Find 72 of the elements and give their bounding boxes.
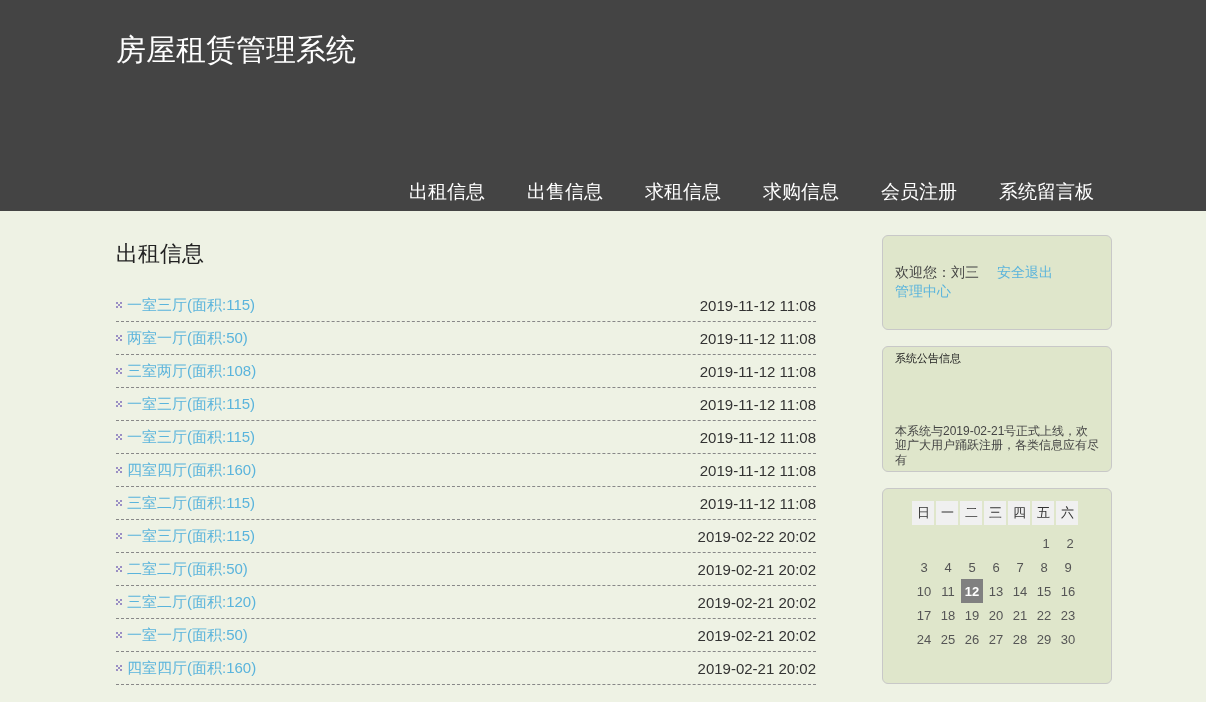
bullet-icon (116, 631, 124, 640)
listing-time: 2019-11-12 11:08 (699, 363, 816, 380)
bullet-icon (116, 433, 124, 442)
weekday-header: 二 (960, 501, 982, 526)
bullet-icon (116, 466, 124, 475)
welcome-text: 欢迎您：刘三 (895, 264, 979, 282)
calendar-day[interactable]: 24 (913, 627, 935, 652)
bullet-icon (116, 598, 124, 607)
nav-link[interactable]: 出租信息 (409, 179, 485, 211)
nav-link[interactable]: 求租信息 (645, 179, 721, 211)
bullet-icon (116, 499, 124, 508)
bullet-icon (116, 664, 124, 673)
calendar-day[interactable]: 21 (1009, 603, 1031, 628)
calendar-day[interactable]: 2 (1059, 531, 1081, 556)
weekday-header: 三 (984, 501, 1006, 526)
calendar-day[interactable]: 25 (937, 627, 959, 652)
listing-time: 2019-02-21 20:02 (697, 627, 816, 644)
site-title: 房屋租赁管理系统 (116, 32, 356, 68)
calendar-day[interactable]: 23 (1057, 603, 1079, 628)
bullet-icon (116, 334, 124, 343)
weekday-header: 四 (1008, 501, 1030, 526)
calendar-day[interactable]: 8 (1033, 555, 1055, 580)
listing-time: 2019-11-12 11:08 (699, 297, 816, 314)
calendar-day[interactable]: 10 (913, 579, 935, 604)
calendar-day[interactable]: 28 (1009, 627, 1031, 652)
calendar-day[interactable]: 29 (1033, 627, 1055, 652)
weekday-header: 五 (1032, 501, 1054, 526)
calendar-day[interactable]: 22 (1033, 603, 1055, 628)
calendar-day[interactable]: 20 (985, 603, 1007, 628)
listing-time: 2019-11-12 11:08 (699, 429, 816, 446)
listing-time: 2019-11-12 11:08 (699, 330, 816, 347)
calendar-day[interactable]: 27 (985, 627, 1007, 652)
calendar-day[interactable]: 30 (1057, 627, 1079, 652)
bullet-icon (116, 301, 124, 310)
nav-link[interactable]: 会员注册 (881, 179, 957, 211)
calendar-day[interactable]: 16 (1057, 579, 1079, 604)
nav-link[interactable]: 求购信息 (763, 179, 839, 211)
listing-time: 2019-02-22 20:02 (697, 528, 816, 545)
calendar-day[interactable]: 3 (913, 555, 935, 580)
calendar-day[interactable]: 12 (961, 579, 983, 604)
calendar-day[interactable]: 7 (1009, 555, 1031, 580)
weekday-header: 六 (1056, 501, 1078, 526)
calendar-day[interactable]: 14 (1009, 579, 1031, 604)
nav-link[interactable]: 出售信息 (527, 179, 603, 211)
calendar-day[interactable]: 17 (913, 603, 935, 628)
bullet-icon (116, 400, 124, 409)
section-heading: 出租信息 (116, 240, 205, 268)
listing-time: 2019-02-21 20:02 (697, 594, 816, 611)
calendar-day[interactable]: 11 (937, 579, 959, 604)
calendar-day[interactable]: 6 (985, 555, 1007, 580)
calendar-day[interactable]: 19 (961, 603, 983, 628)
calendar-day[interactable]: 4 (937, 555, 959, 580)
calendar-day[interactable]: 1 (1035, 531, 1057, 556)
bullet-icon (116, 565, 124, 574)
calendar-day[interactable]: 26 (961, 627, 983, 652)
weekday-header: 日 (912, 501, 934, 526)
listing-time: 2019-02-21 20:02 (697, 660, 816, 677)
bullet-icon (116, 367, 124, 376)
notice-title: 系统公告信息 (895, 351, 962, 366)
calendar-day[interactable]: 18 (937, 603, 959, 628)
calendar-day[interactable]: 13 (985, 579, 1007, 604)
listing-time: 2019-11-12 11:08 (699, 495, 816, 512)
calendar-day[interactable]: 5 (961, 555, 983, 580)
calendar-day[interactable]: 9 (1057, 555, 1079, 580)
listing-time: 2019-11-12 11:08 (699, 396, 816, 413)
listing-time: 2019-02-21 20:02 (697, 561, 816, 578)
listing-time: 2019-11-12 11:08 (699, 462, 816, 479)
weekday-header: 一 (936, 501, 958, 526)
bullet-icon (116, 532, 124, 541)
calendar-day[interactable]: 15 (1033, 579, 1055, 604)
nav-link[interactable]: 系统留言板 (999, 179, 1094, 211)
notice-text: 本系统与2019-02-21号正式上线，欢迎广大用户踊跃注册，各类信息应有尽有 (895, 424, 1099, 468)
